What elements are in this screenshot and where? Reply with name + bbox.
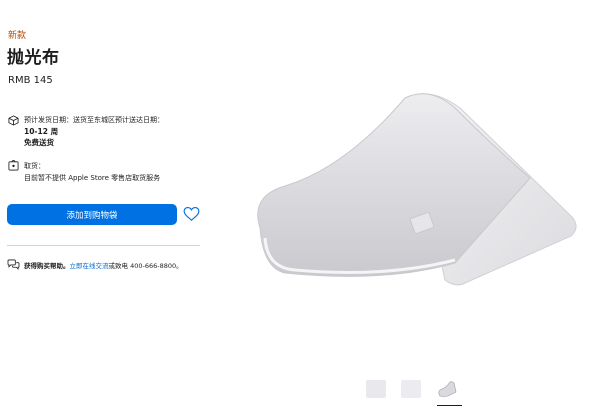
shipping-window: 10-12 周 [24, 127, 59, 136]
thumbnail-3[interactable] [437, 380, 457, 398]
help-line: 获得购买帮助。立即在线交流或致电 400-666-8800。 [24, 260, 183, 270]
add-to-bag-button[interactable]: 添加到购物袋 [7, 204, 177, 225]
help-phone: 或致电 400-666-8800。 [108, 262, 183, 270]
new-badge: 新款 [8, 31, 27, 41]
pickup-detail: 目前暂不提供 Apple Store 零售店取货服务 [24, 174, 161, 182]
box-icon [8, 115, 19, 126]
chat-now-link[interactable]: 立即在线交流 [70, 262, 109, 270]
thumbnail-2[interactable] [401, 380, 421, 398]
region-link[interactable]: 东城区 [94, 116, 115, 124]
product-title: 抛光布 [7, 48, 60, 68]
thumbnail-selected-indicator [437, 405, 462, 406]
delivery-date-label: 预计送达日期： [115, 116, 164, 124]
heart-icon[interactable] [183, 206, 200, 222]
chat-bubbles-icon [7, 259, 20, 270]
shipping-date-prefix: 预计发货日期：送货至 [24, 116, 94, 124]
pickup-info: 取货： 目前暂不提供 Apple Store 零售店取货服务 [24, 160, 160, 184]
thumbnail-1[interactable] [366, 380, 386, 398]
product-image [257, 93, 577, 286]
help-prefix: 获得购买帮助。 [24, 262, 70, 270]
shipping-info: 预计发货日期：送货至东城区预计送达日期： 10-12 周 免费送货 [24, 115, 164, 148]
free-delivery: 免费送货 [24, 138, 54, 147]
product-price: RMB 145 [8, 75, 53, 86]
pickup-label: 取货： [24, 162, 45, 170]
store-icon [8, 160, 19, 171]
divider [7, 245, 200, 246]
